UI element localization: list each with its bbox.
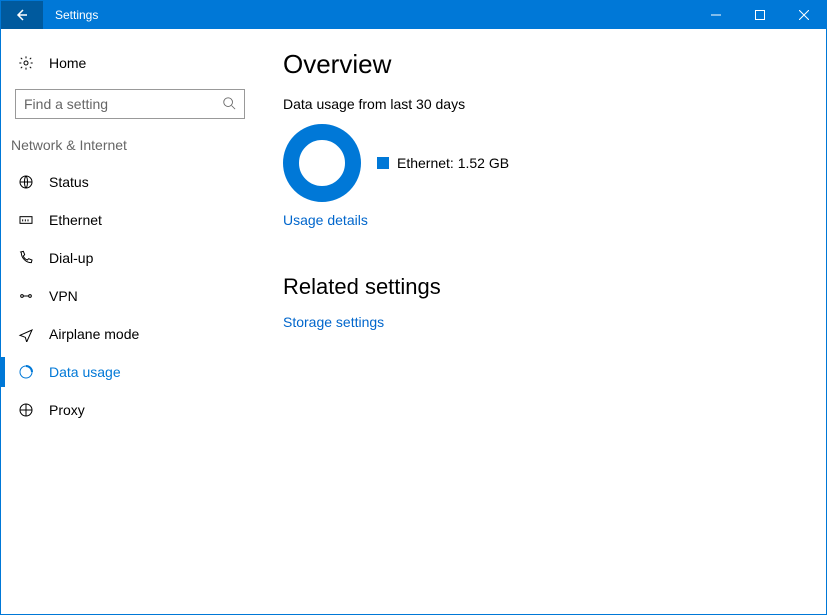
sidebar-item-proxy[interactable]: Proxy	[1, 391, 259, 429]
airplane-icon	[17, 326, 35, 342]
main-content: Overview Data usage from last 30 days Et…	[259, 29, 826, 614]
search-input[interactable]	[24, 96, 222, 112]
sidebar-item-label: Data usage	[49, 364, 121, 380]
sidebar-item-airplane[interactable]: Airplane mode	[1, 315, 259, 353]
maximize-button[interactable]	[738, 1, 782, 29]
minimize-icon	[711, 10, 721, 20]
storage-settings-link[interactable]: Storage settings	[283, 314, 384, 330]
sidebar: Home Network & Internet Status Ethernet	[1, 29, 259, 614]
minimize-button[interactable]	[694, 1, 738, 29]
arrow-left-icon	[14, 7, 30, 23]
gear-icon	[17, 55, 35, 71]
sidebar-item-label: Status	[49, 174, 89, 190]
usage-details-link[interactable]: Usage details	[283, 212, 368, 228]
phone-icon	[17, 250, 35, 266]
maximize-icon	[755, 10, 765, 20]
search-icon	[222, 96, 236, 113]
search-box[interactable]	[15, 89, 245, 119]
title-bar: Settings	[1, 1, 826, 29]
window-controls	[694, 1, 826, 29]
sidebar-item-label: VPN	[49, 288, 78, 304]
home-label: Home	[49, 55, 86, 71]
ethernet-icon	[17, 212, 35, 228]
usage-chart-row: Ethernet: 1.52 GB	[283, 124, 802, 202]
sidebar-item-label: Dial-up	[49, 250, 93, 266]
data-usage-icon	[17, 364, 35, 380]
back-button[interactable]	[1, 1, 43, 29]
sidebar-item-vpn[interactable]: VPN	[1, 277, 259, 315]
close-button[interactable]	[782, 1, 826, 29]
sidebar-item-label: Airplane mode	[49, 326, 139, 342]
related-settings-heading: Related settings	[283, 274, 802, 300]
vpn-icon	[17, 288, 35, 304]
sidebar-section-label: Network & Internet	[1, 133, 259, 163]
sidebar-item-ethernet[interactable]: Ethernet	[1, 201, 259, 239]
close-icon	[799, 10, 809, 20]
sidebar-item-label: Ethernet	[49, 212, 102, 228]
data-usage-donut-chart	[283, 124, 361, 202]
proxy-icon	[17, 402, 35, 418]
window-title: Settings	[43, 8, 98, 22]
legend-swatch-ethernet	[377, 157, 389, 169]
sidebar-item-data-usage[interactable]: Data usage	[1, 353, 259, 391]
sidebar-item-label: Proxy	[49, 402, 85, 418]
usage-period-text: Data usage from last 30 days	[283, 96, 802, 112]
page-heading: Overview	[283, 49, 802, 80]
sidebar-item-home[interactable]: Home	[1, 43, 259, 83]
chart-legend: Ethernet: 1.52 GB	[377, 155, 509, 171]
sidebar-item-dialup[interactable]: Dial-up	[1, 239, 259, 277]
sidebar-item-status[interactable]: Status	[1, 163, 259, 201]
legend-label-ethernet: Ethernet: 1.52 GB	[397, 155, 509, 171]
globe-icon	[17, 174, 35, 190]
